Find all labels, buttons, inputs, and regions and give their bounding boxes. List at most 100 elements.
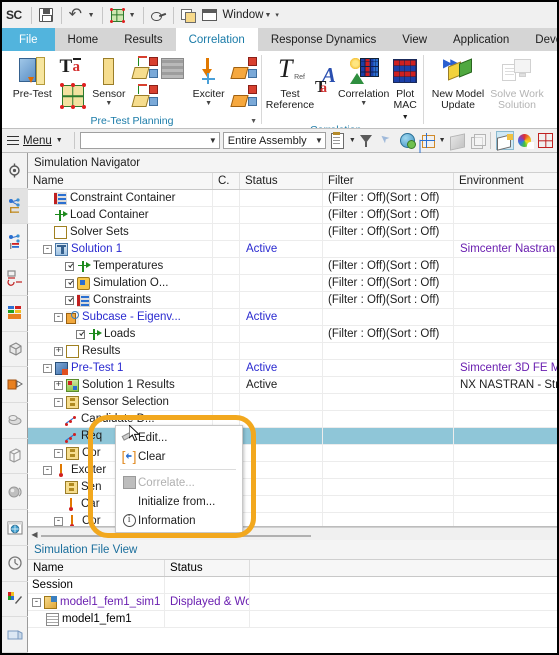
tree-node-name-cell[interactable]: + Solution 1 Results xyxy=(28,377,213,393)
column-header-status[interactable]: Status xyxy=(240,173,323,189)
snap-point-arrow[interactable]: ▼ xyxy=(439,137,446,144)
sensor-dropdown-arrow[interactable]: ▼ xyxy=(105,100,112,107)
copy-window-button[interactable] xyxy=(178,4,199,26)
resource-reuse-library[interactable] xyxy=(2,403,28,439)
resource-roles[interactable] xyxy=(2,617,28,653)
resource-results-colorbar[interactable] xyxy=(2,296,28,332)
resource-constraint-navigator[interactable] xyxy=(2,367,28,404)
tab-file[interactable]: File xyxy=(2,28,55,51)
ta-text-button[interactable]: Ta xyxy=(60,55,86,81)
sensor-set-button[interactable] xyxy=(131,55,158,81)
collapse-icon[interactable]: - xyxy=(43,244,52,254)
tree-node-name-cell[interactable]: Loads xyxy=(28,326,213,342)
a-reference-button[interactable]: ATa xyxy=(315,55,337,107)
sensor-set-2-button[interactable] xyxy=(131,83,158,109)
resource-palette[interactable] xyxy=(2,582,28,618)
tab-home[interactable]: Home xyxy=(55,28,112,51)
type-filter-arrow[interactable]: ▼ xyxy=(205,136,217,145)
tab-response-dynamics[interactable]: Response Dynamics xyxy=(258,28,389,51)
list-item[interactable]: Session xyxy=(28,577,557,594)
type-filter-combo[interactable]: ▼ xyxy=(79,132,220,149)
resource-web-browser[interactable] xyxy=(2,510,28,546)
pre-test-button[interactable]: Pre-Test xyxy=(6,54,59,100)
menu-button[interactable]: Menu ▼ xyxy=(5,135,69,147)
collapse-icon[interactable]: - xyxy=(54,397,63,407)
table-row[interactable]: Constraint Container (Filter : Off)(Sort … xyxy=(28,190,557,207)
resource-system-navigator[interactable] xyxy=(2,474,28,511)
save-button[interactable] xyxy=(36,4,57,26)
collapse-icon[interactable]: - xyxy=(43,465,52,475)
filter-funnel-button[interactable] xyxy=(359,131,376,150)
globe-select-button[interactable] xyxy=(399,131,416,150)
tree-hscroll-thumb[interactable] xyxy=(41,535,311,537)
expand-icon[interactable]: + xyxy=(54,380,63,390)
tree-node-name-cell[interactable]: Load Container xyxy=(28,207,213,223)
file-name-cell[interactable]: Session xyxy=(28,577,165,593)
collapse-icon[interactable]: - xyxy=(54,312,63,322)
tree-node-name-cell[interactable]: - Subcase - Eigenv... xyxy=(28,309,213,325)
list-item[interactable]: model1_fem1 xyxy=(28,611,557,628)
collapse-icon[interactable]: - xyxy=(43,363,52,373)
tab-correlation[interactable]: Correlation xyxy=(175,28,258,51)
file-name-cell[interactable]: - model1_fem1_sim1 xyxy=(28,594,165,610)
window-button[interactable] xyxy=(199,4,220,26)
column-header-environment[interactable]: Environment xyxy=(454,173,557,189)
exciter-dropdown-arrow[interactable]: ▼ xyxy=(205,100,212,107)
list-item[interactable]: - model1_fem1_sim1 Displayed & Work xyxy=(28,594,557,611)
checkbox[interactable] xyxy=(65,278,74,288)
checkbox[interactable] xyxy=(65,295,74,305)
expand-icon[interactable]: + xyxy=(54,346,63,356)
exciter-set-button[interactable] xyxy=(230,55,258,81)
table-row[interactable]: Constraints (Filter : Off)(Sort : Off) xyxy=(28,292,557,309)
column-header-filter[interactable]: Filter xyxy=(323,173,454,189)
qat-overflow-icon[interactable]: ▾ xyxy=(274,11,282,19)
selection-filter-arrow[interactable]: ▼ xyxy=(349,137,356,144)
tree-node-name-cell[interactable]: Simulation O... xyxy=(28,275,213,291)
collapse-icon[interactable]: - xyxy=(32,597,41,607)
table-row[interactable]: - Cor xyxy=(28,445,557,462)
mesh-points-button[interactable] xyxy=(59,83,86,109)
column-header-name[interactable]: Name xyxy=(28,173,213,189)
tree-node-name-cell[interactable]: Solver Sets xyxy=(28,224,213,240)
correlation-button[interactable]: Correlation ▼ xyxy=(338,54,389,107)
select-arrow-button[interactable] xyxy=(379,131,396,150)
table-row[interactable]: - Pre-Test 1 Active Simcenter 3D FE Model I xyxy=(28,360,557,377)
table-row[interactable]: Load Container (Filter : Off)(Sort : Off) xyxy=(28,207,557,224)
mesh-display-button[interactable] xyxy=(107,4,128,26)
table-row[interactable]: - Exciter xyxy=(28,462,557,479)
exciter-set-2-button[interactable] xyxy=(230,83,258,109)
new-model-update-button[interactable]: ▶▶ New Model Update xyxy=(428,54,488,111)
scope-filter-combo[interactable]: Entire Assembly ▼ xyxy=(222,132,326,149)
resource-assembly-navigator[interactable] xyxy=(2,153,28,189)
table-row[interactable]: Temperatures (Filter : Off)(Sort : Off) xyxy=(28,258,557,275)
table-row[interactable]: + Results xyxy=(28,343,557,360)
tree-node-name-cell[interactable]: Constraint Container xyxy=(28,190,213,206)
resource-post-processing-navigator[interactable] xyxy=(2,224,28,261)
tab-application[interactable]: Application xyxy=(440,28,522,51)
snap-point-button[interactable] xyxy=(419,131,436,150)
table-row[interactable]: Loads (Filter : Off)(Sort : Off) xyxy=(28,326,557,343)
window-menu-label[interactable]: Window xyxy=(220,9,264,21)
context-menu-item-initialize-from[interactable]: Initialize from... xyxy=(116,492,242,511)
plot-mac-button[interactable]: Plot MAC ▼ xyxy=(390,54,420,123)
undo-button[interactable] xyxy=(66,4,87,26)
window-dropdown-arrow[interactable]: ▼ xyxy=(263,12,274,19)
resource-view-manager[interactable] xyxy=(2,439,28,475)
menu-dropdown-arrow[interactable]: ▼ xyxy=(56,137,63,144)
resource-simulation-file-view[interactable] xyxy=(2,260,28,296)
table-row[interactable]: Req xyxy=(28,428,557,445)
file-column-header-name[interactable]: Name xyxy=(28,560,165,576)
tree-node-name-cell[interactable]: + Results xyxy=(28,343,213,359)
resource-part-navigator[interactable] xyxy=(2,332,28,368)
visibility-button[interactable] xyxy=(148,4,169,26)
grey-matrix-button[interactable] xyxy=(159,55,185,81)
solid-body-button[interactable] xyxy=(468,131,486,150)
collapse-icon[interactable]: - xyxy=(54,448,63,458)
file-column-header-blank[interactable] xyxy=(250,560,557,576)
collapse-icon[interactable]: - xyxy=(54,516,63,526)
sensor-button[interactable]: Sensor ▼ xyxy=(87,54,132,107)
file-name-cell[interactable]: model1_fem1 xyxy=(28,611,165,627)
tree-node-name-cell[interactable]: - Solution 1 xyxy=(28,241,213,257)
scope-filter-arrow[interactable]: ▼ xyxy=(311,136,323,145)
grid-red-button[interactable] xyxy=(537,131,554,150)
